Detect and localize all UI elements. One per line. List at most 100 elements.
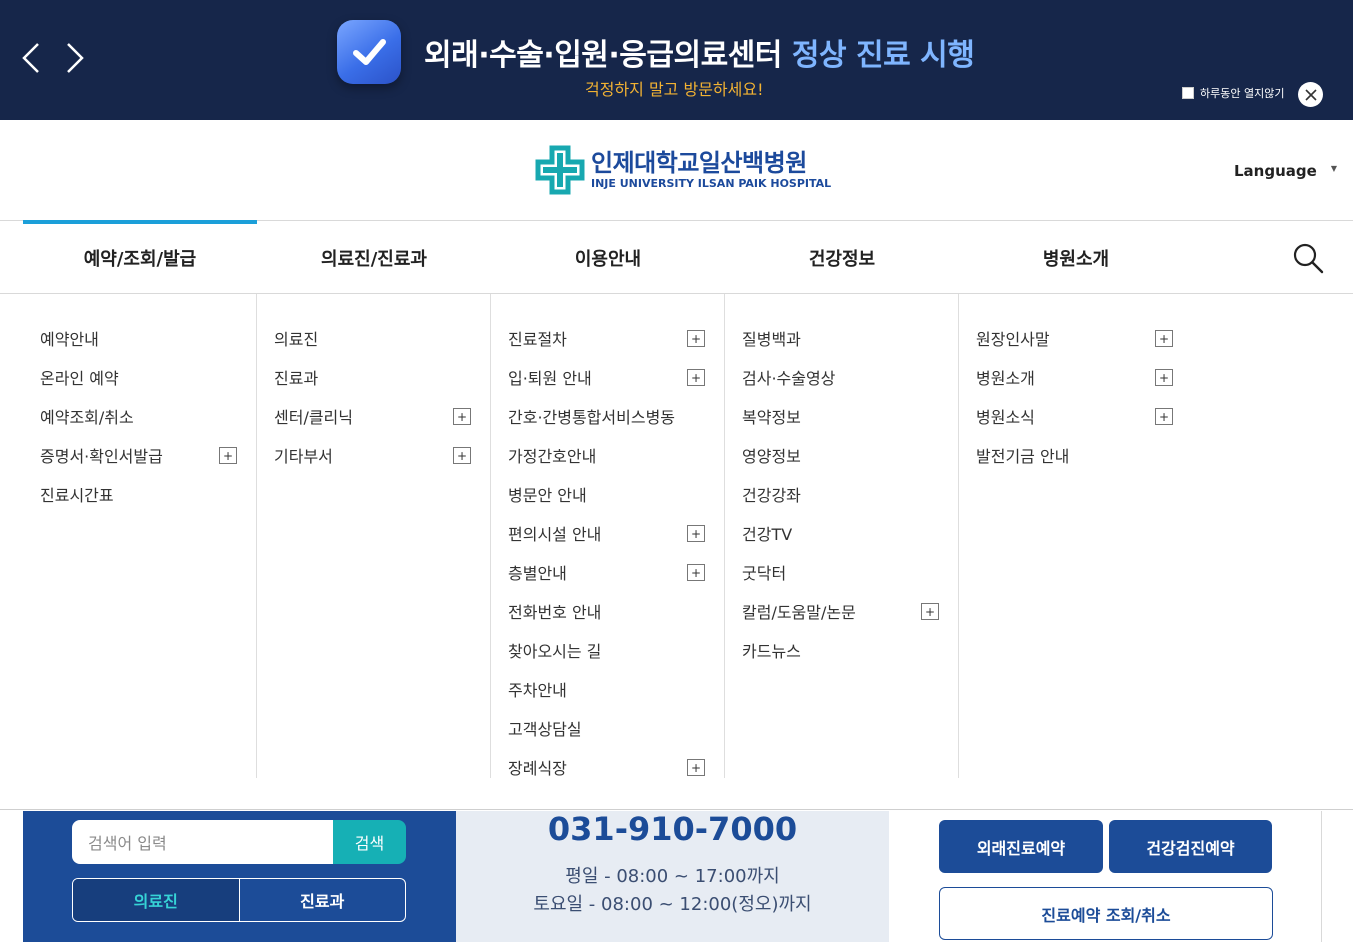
banner-headline: 외래·수술·입원·응급의료센터 정상 진료 시행 [424, 30, 975, 74]
menu-item-label: 검사·수술영상 [742, 368, 836, 388]
nav-guide[interactable]: 이용안내 [491, 221, 725, 294]
menu-item[interactable]: 센터/클리닉 + [257, 396, 490, 435]
dismiss-label: 하루동안 열지않기 [1200, 87, 1285, 100]
banner-subheadline: 걱정하지 말고 방문하세요! [585, 80, 764, 99]
menu-item-label: 칼럼/도움말/논문 [742, 602, 856, 622]
search-button[interactable]: 검색 [333, 820, 406, 864]
menu-item[interactable]: 주차안내 [491, 669, 724, 708]
chevron-left-icon [22, 43, 39, 73]
menu-column-doctors: 의료진 진료과센터/클리닉 + 기타부서 + [257, 294, 491, 778]
menu-item[interactable]: 전화번호 안내 [491, 591, 724, 630]
menu-item-label: 건강강좌 [742, 485, 801, 505]
dismiss-checkbox[interactable] [1182, 87, 1194, 99]
menu-item-label: 굿닥터 [742, 563, 787, 583]
plus-icon[interactable]: + [687, 759, 705, 776]
plus-icon[interactable]: + [1155, 330, 1173, 347]
language-label: Language [1234, 162, 1317, 180]
search-icon[interactable] [1292, 242, 1324, 274]
menu-item[interactable]: 카드뉴스 [725, 630, 958, 669]
menu-item[interactable]: 편의시설 안내 + [491, 513, 724, 552]
menu-item-label: 기타부서 [274, 446, 333, 466]
menu-item[interactable]: 병원소개 + [959, 357, 1193, 396]
hospital-logo[interactable]: 인제대학교일산백병원 INJE UNIVERSITY ILSAN PAIK HO… [535, 145, 831, 195]
menu-item[interactable]: 질병백과 [725, 318, 958, 357]
banner-close-button[interactable] [1298, 82, 1323, 107]
toggle-doctors[interactable]: 의료진 [73, 879, 240, 921]
menu-item-label: 고객상담실 [508, 719, 582, 739]
menu-item[interactable]: 의료진 [257, 318, 490, 357]
nav-health-info[interactable]: 건강정보 [725, 221, 959, 294]
chevron-right-icon [67, 43, 84, 73]
caret-down-icon: ▼ [1330, 163, 1337, 173]
outpatient-reservation-button[interactable]: 외래진료예약 [939, 820, 1103, 873]
menu-item-label: 입·퇴원 안내 [508, 368, 592, 388]
menu-item[interactable]: 예약조회/취소 [23, 396, 256, 435]
menu-item[interactable]: 찾아오시는 길 [491, 630, 724, 669]
banner-headline-main: 외래·수술·입원·응급의료센터 [424, 38, 792, 73]
menu-item[interactable]: 간호·간병통합서비스병동 [491, 396, 724, 435]
menu-item[interactable]: 영양정보 [725, 435, 958, 474]
mega-menu: 예약안내 온라인 예약 예약조회/취소 증명서·확인서발급 + 진료시간표 의료진 진료과 센… [0, 294, 1353, 810]
menu-item[interactable]: 검사·수술영상 [725, 357, 958, 396]
dismiss-today-option[interactable]: 하루동안 열지않기 [1182, 85, 1284, 101]
menu-item[interactable]: 원장인사말 + [959, 318, 1193, 357]
menu-item[interactable]: 발전기금 안내 [959, 435, 1193, 474]
plus-icon[interactable]: + [921, 603, 939, 620]
weekday-hours: 평일 - 08:00 ~ 17:00까지 [565, 866, 780, 887]
phone-number[interactable]: 031-910-7000 [456, 810, 889, 848]
menu-item[interactable]: 가정간호안내 [491, 435, 724, 474]
menu-item[interactable]: 진료시간표 [23, 474, 256, 513]
menu-column-about: 원장인사말 + 병원소개 + 병원소식 + 발전기금 안내 [959, 294, 1193, 778]
menu-item[interactable]: 장례식장 + [491, 747, 724, 786]
menu-item[interactable]: 복약정보 [725, 396, 958, 435]
banner-headline-accent: 정상 진료 시행 [791, 38, 975, 73]
nav-about-hospital[interactable]: 병원소개 [959, 221, 1193, 294]
menu-item[interactable]: 진료절차 + [491, 318, 724, 357]
logo-korean-name: 인제대학교일산백병원 [591, 149, 807, 177]
reservation-lookup-button[interactable]: 진료예약 조회/취소 [939, 887, 1273, 940]
menu-item-label: 센터/클리닉 [274, 407, 353, 427]
menu-item[interactable]: 건강TV [725, 513, 958, 552]
menu-item[interactable]: 칼럼/도움말/논문 + [725, 591, 958, 630]
plus-icon[interactable]: + [453, 447, 471, 464]
banner-next-button[interactable] [60, 40, 90, 76]
plus-icon[interactable]: + [1155, 408, 1173, 425]
nav-reservation[interactable]: 예약/조회/발급 [23, 220, 257, 294]
checkup-reservation-button[interactable]: 건강검진예약 [1109, 820, 1272, 873]
nav-doctors-departments[interactable]: 의료진/진료과 [257, 221, 491, 294]
plus-icon[interactable]: + [687, 330, 705, 347]
hospital-cross-icon [535, 145, 585, 195]
close-icon [1304, 88, 1317, 101]
menu-item[interactable]: 층별안내 + [491, 552, 724, 591]
plus-icon[interactable]: + [1155, 369, 1173, 386]
plus-icon[interactable]: + [687, 525, 705, 542]
menu-item[interactable]: 증명서·확인서발급 + [23, 435, 256, 474]
menu-item-label: 발전기금 안내 [976, 446, 1070, 466]
menu-item-label: 카드뉴스 [742, 641, 801, 661]
plus-icon[interactable]: + [453, 408, 471, 425]
search-input[interactable]: 검색어 입력 [72, 820, 333, 864]
plus-icon[interactable]: + [219, 447, 237, 464]
menu-item[interactable]: 병원소식 + [959, 396, 1193, 435]
toggle-departments[interactable]: 진료과 [240, 879, 406, 921]
menu-item[interactable]: 입·퇴원 안내 + [491, 357, 724, 396]
banner-prev-button[interactable] [16, 40, 46, 76]
menu-item[interactable]: 건강강좌 [725, 474, 958, 513]
language-selector[interactable]: Language ▼ [1234, 162, 1337, 180]
menu-item-label: 병원소개 [976, 368, 1035, 388]
menu-item[interactable]: 온라인 예약 [23, 357, 256, 396]
menu-item[interactable]: 예약안내 [23, 318, 256, 357]
menu-column-reservation: 예약안내 온라인 예약 예약조회/취소증명서·확인서발급 + 진료시간표 [23, 294, 257, 778]
menu-item-label: 병원소식 [976, 407, 1035, 427]
plus-icon[interactable]: + [687, 369, 705, 386]
menu-item[interactable]: 병문안 안내 [491, 474, 724, 513]
menu-item[interactable]: 진료과 [257, 357, 490, 396]
plus-icon[interactable]: + [687, 564, 705, 581]
menu-item[interactable]: 굿닥터 [725, 552, 958, 591]
menu-item-label: 진료절차 [508, 329, 567, 349]
menu-item-label: 전화번호 안내 [508, 602, 602, 622]
menu-item[interactable]: 기타부서 + [257, 435, 490, 474]
menu-item-label: 증명서·확인서발급 [40, 446, 163, 466]
menu-item-label: 영양정보 [742, 446, 801, 466]
menu-item[interactable]: 고객상담실 [491, 708, 724, 747]
